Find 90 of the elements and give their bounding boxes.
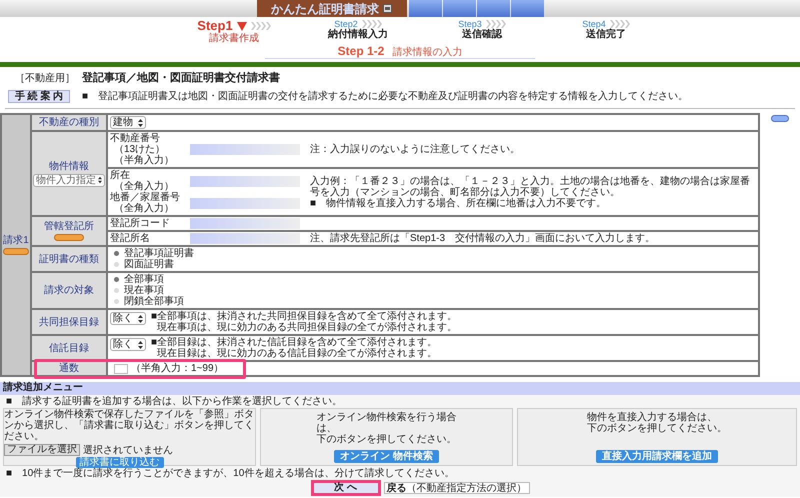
chevrons-icon	[610, 20, 630, 28]
field-label: 不動産番号	[110, 133, 161, 144]
note-text: ■全部目録は、抹消された信託目録を含めて全て添付されます。	[151, 337, 438, 348]
updown-icon	[138, 118, 143, 126]
select-field[interactable]: 除く	[110, 312, 146, 325]
option-label: 図面証明書	[124, 259, 174, 270]
step-caption: 請求書作成	[209, 33, 259, 44]
hint-text: （半角入力：1~99）	[131, 363, 224, 374]
row-label: 通数	[59, 363, 79, 374]
option-label: 全部事項	[124, 274, 164, 285]
field-label: 登記所コード	[110, 218, 171, 229]
note-text: 注：入力誤りのないように注意してください。	[310, 144, 521, 155]
panel-text: 下のボタンを押してください。	[587, 423, 727, 434]
logo-text: かんたん証明書請求	[271, 2, 379, 16]
option-label: 閉鎖全部事項	[124, 296, 184, 307]
updown-icon	[138, 340, 143, 348]
guide-button[interactable]: 手 続 案 内	[8, 90, 70, 103]
intro-text: ■ 登記事項証明書又は地図・図面証明書の交付を請求するために必要な不動産及び証明書の内容を特定する情報を入力してください。	[82, 91, 690, 102]
step-label: Step2	[334, 19, 358, 29]
panel-text: オンライン物件検索を行う場合は、	[316, 412, 456, 434]
next-button[interactable]: 次 へ	[310, 480, 380, 496]
row-label: 請求の対象	[44, 285, 94, 296]
note-text: 注、請求先登記所は「Step1-3 交付情報の入力」画面において入力します。	[310, 233, 656, 244]
header-tab[interactable]	[476, 0, 510, 17]
header-tab[interactable]	[442, 0, 476, 17]
note-text: ■ 物件情報を直接入力する場合、所在欄に地番は入力不要です。	[310, 198, 608, 208]
input-field[interactable]	[190, 144, 300, 155]
field-label: （13けた）	[113, 144, 166, 155]
note-text: 現在事項は、現に効力のある共同担保目録の全てが添付されます。	[156, 322, 458, 333]
menu-title: 請求追加メニュー	[3, 382, 83, 393]
back-button[interactable]: 戻る（不動産指定方法の選択）	[384, 482, 530, 494]
count-field[interactable]	[114, 364, 128, 374]
field-label: （半角入力）	[113, 155, 175, 166]
row-label: 共同担保目録	[39, 316, 99, 328]
option-label: 現在事項	[124, 285, 164, 296]
note-text: 入力例：「１番２３」の場合は、「１－２３」と入力。土地の場合は地番を、建物の場合は家屋番号を入力（マンションの場合、町名部分は入力不要）してください。	[310, 176, 751, 198]
field-label: （全角入力）	[114, 181, 175, 192]
row-label: 不動産の種別	[39, 117, 99, 128]
small-button[interactable]	[771, 115, 789, 122]
menu-note: ■ 請求する証明書を追加する場合は、以下から作業を選択してください。	[5, 395, 344, 408]
request-label: 請求1	[3, 235, 29, 246]
substep-title: 請求情報の入力	[392, 47, 462, 58]
radio-button[interactable]	[114, 299, 119, 304]
file-button[interactable]: ファイルを選択	[4, 444, 80, 456]
chevrons-icon	[362, 20, 382, 28]
site-logo[interactable]: かんたん証明書請求	[256, 0, 406, 17]
radio-button[interactable]	[114, 251, 119, 256]
step-caption: 送信完了	[586, 29, 626, 40]
chevrons-icon	[486, 20, 506, 28]
file-status: 選択されていません	[83, 444, 173, 456]
chevrons-icon	[250, 22, 271, 30]
input-field[interactable]	[190, 176, 300, 186]
panel-text: オンライン物件検索で保存したファイルを「参照」ボタンから選択し、「請求書に取り込む」ボタンを押してください。	[4, 409, 255, 442]
field-label: 地番／家屋番号	[110, 192, 181, 203]
step-label: Step1	[197, 19, 233, 33]
note-text: ■全部事項は、抹消された共同担保目録を含めて全て添付されます。	[151, 311, 458, 322]
radio-button[interactable]	[114, 288, 119, 293]
note-text: 現在目録は、現に効力のある信託目録の全てが添付されます。	[156, 348, 438, 359]
option-label: 登記事項証明書	[124, 248, 194, 259]
step-label: Step4	[582, 19, 606, 29]
input-field[interactable]	[190, 233, 300, 244]
row-label: 信託目録	[49, 342, 89, 354]
field-label: 所在	[110, 170, 131, 181]
row-label: 証明書の種類	[39, 254, 99, 264]
select-field[interactable]: 物件入力指定	[33, 174, 105, 186]
step-caption: 納付情報入力	[328, 29, 388, 40]
select-field[interactable]: 除く	[110, 338, 146, 351]
field-label: （全角入力）	[113, 203, 175, 214]
header-tab[interactable]	[408, 0, 442, 17]
panel-text: 物件を直接入力する場合は、	[587, 412, 718, 423]
step-caption: 送信確認	[462, 29, 502, 40]
updown-icon	[98, 176, 102, 184]
row-label: 管轄登記所	[44, 221, 94, 232]
radio-button[interactable]	[114, 277, 119, 282]
small-button[interactable]	[3, 248, 29, 255]
form-title: 登記事項／地図・図面証明書交付請求書	[82, 72, 281, 84]
row-label: 物件情報	[49, 160, 89, 172]
small-button[interactable]	[54, 234, 84, 241]
field-label: 登記所名	[110, 233, 151, 244]
menu-note: ■ 10件まで一度に請求を行うことができますが、10件を超える場合は、分けて請求してください。	[5, 466, 456, 479]
category-label: ［不動産用］	[14, 72, 76, 84]
radio-button[interactable]	[114, 262, 119, 267]
substep-number: Step 1-2	[338, 45, 384, 58]
header-tab[interactable]	[510, 0, 544, 17]
panel-text: 下のボタンを押してください。	[316, 434, 456, 445]
select-field[interactable]: 建物	[110, 116, 146, 129]
updown-icon	[138, 314, 143, 322]
input-field[interactable]	[190, 198, 300, 208]
input-field[interactable]	[190, 218, 300, 229]
step-label: Step3	[458, 19, 482, 29]
